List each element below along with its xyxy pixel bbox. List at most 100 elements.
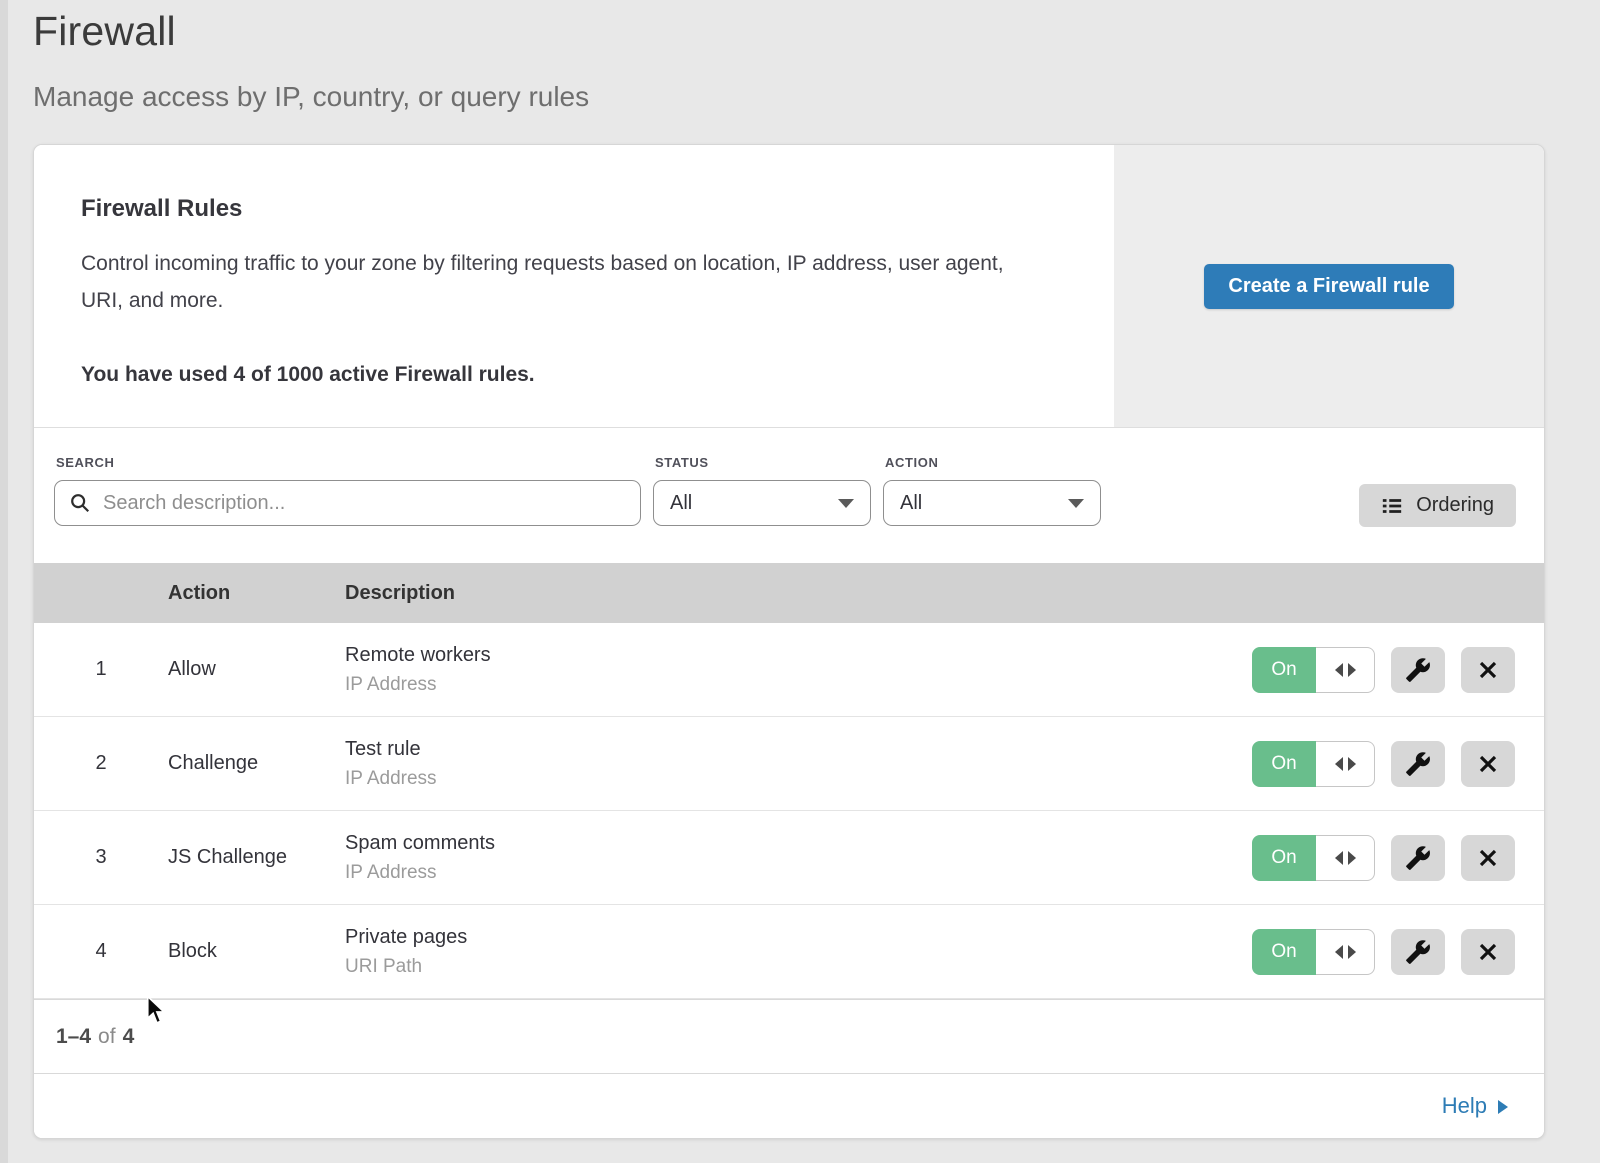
wrench-icon <box>1405 657 1431 683</box>
action-field: ACTION All <box>883 455 1101 526</box>
edit-rule-button[interactable] <box>1391 647 1445 693</box>
rule-action: Block <box>168 940 345 963</box>
rule-priority: 4 <box>34 940 168 963</box>
edit-rule-button[interactable] <box>1391 835 1445 881</box>
mouse-cursor <box>143 995 169 1030</box>
rules-intro-section: Firewall Rules Control incoming traffic … <box>34 145 1544 428</box>
search-input-box[interactable] <box>54 480 641 526</box>
ordering-list-icon <box>1381 495 1403 517</box>
filters-bar: SEARCH STATUS All <box>34 428 1544 563</box>
pagination-of: of <box>98 1025 116 1049</box>
page-title: Firewall <box>33 8 1600 55</box>
table-row: 1 Allow Remote workers IP Address On <box>34 623 1544 717</box>
toggle-arrows-icon[interactable] <box>1316 741 1375 787</box>
rule-toggle: On <box>1252 647 1375 693</box>
triangle-left-icon <box>1335 945 1343 959</box>
delete-rule-button[interactable] <box>1461 835 1515 881</box>
rule-toggle: On <box>1252 835 1375 881</box>
action-column-header: Action <box>168 582 345 605</box>
rules-usage-text: You have used 4 of 1000 active Firewall … <box>81 363 1044 387</box>
help-link-label: Help <box>1442 1093 1487 1119</box>
rules-heading: Firewall Rules <box>81 195 1044 223</box>
action-select[interactable]: All <box>883 480 1101 526</box>
help-link[interactable]: Help <box>1442 1093 1508 1119</box>
pagination-bar: 1–4 of 4 <box>34 999 1544 1073</box>
ordering-button[interactable]: Ordering <box>1359 484 1516 527</box>
wrench-icon <box>1405 845 1431 871</box>
rule-description-cell: Remote workers IP Address <box>345 644 1244 696</box>
rule-match-type: URI Path <box>345 956 1244 978</box>
action-label: ACTION <box>885 455 1101 470</box>
rule-action: JS Challenge <box>168 846 345 869</box>
rule-action: Allow <box>168 658 345 681</box>
pagination-range: 1–4 <box>56 1025 91 1049</box>
triangle-left-icon <box>1335 663 1343 677</box>
close-icon <box>1476 658 1500 682</box>
rule-priority: 3 <box>34 846 168 869</box>
ordering-button-label: Ordering <box>1416 494 1494 517</box>
card-footer: Help <box>34 1073 1544 1138</box>
rule-description: Remote workers <box>345 644 1244 667</box>
delete-rule-button[interactable] <box>1461 741 1515 787</box>
triangle-left-icon <box>1335 757 1343 771</box>
edit-rule-button[interactable] <box>1391 929 1445 975</box>
toggle-arrows-icon[interactable] <box>1316 835 1375 881</box>
description-column-header: Description <box>345 582 1244 605</box>
delete-rule-button[interactable] <box>1461 929 1515 975</box>
status-selected-value: All <box>670 492 692 515</box>
page-subtitle: Manage access by IP, country, or query r… <box>33 81 1600 113</box>
rule-action: Challenge <box>168 752 345 775</box>
wrench-icon <box>1405 751 1431 777</box>
triangle-left-icon <box>1335 851 1343 865</box>
toggle-on-button[interactable]: On <box>1252 741 1316 787</box>
rules-description: Control incoming traffic to your zone by… <box>81 245 1031 319</box>
rule-description: Test rule <box>345 738 1244 761</box>
wrench-icon <box>1405 939 1431 965</box>
rule-toggle: On <box>1252 741 1375 787</box>
chevron-down-icon <box>1068 499 1084 508</box>
pagination-total: 4 <box>123 1025 135 1049</box>
firewall-rules-card: Firewall Rules Control incoming traffic … <box>33 144 1545 1139</box>
edit-rule-button[interactable] <box>1391 741 1445 787</box>
page-header: Firewall Manage access by IP, country, o… <box>33 0 1600 113</box>
rule-controls: On <box>1244 835 1544 881</box>
rule-description-cell: Spam comments IP Address <box>345 832 1244 884</box>
rule-toggle: On <box>1252 929 1375 975</box>
rule-controls: On <box>1244 929 1544 975</box>
delete-rule-button[interactable] <box>1461 647 1515 693</box>
table-row: 3 JS Challenge Spam comments IP Address … <box>34 811 1544 905</box>
table-row: 4 Block Private pages URI Path On <box>34 905 1544 999</box>
search-label: SEARCH <box>56 455 641 470</box>
rule-description-cell: Test rule IP Address <box>345 738 1244 790</box>
table-header: Action Description <box>34 563 1544 623</box>
rule-match-type: IP Address <box>345 862 1244 884</box>
toggle-on-button[interactable]: On <box>1252 835 1316 881</box>
status-label: STATUS <box>655 455 871 470</box>
triangle-right-icon <box>1348 945 1356 959</box>
rule-controls: On <box>1244 647 1544 693</box>
rule-controls: On <box>1244 741 1544 787</box>
search-field: SEARCH <box>54 455 641 526</box>
status-select[interactable]: All <box>653 480 871 526</box>
triangle-right-icon <box>1348 663 1356 677</box>
help-caret-icon <box>1498 1100 1508 1114</box>
firewall-page: Firewall Manage access by IP, country, o… <box>0 0 1600 1139</box>
rule-priority: 2 <box>34 752 168 775</box>
rules-intro-text: Firewall Rules Control incoming traffic … <box>34 145 1114 427</box>
rule-match-type: IP Address <box>345 768 1244 790</box>
table-row: 2 Challenge Test rule IP Address On <box>34 717 1544 811</box>
create-rule-panel: Create a Firewall rule <box>1114 145 1544 427</box>
close-icon <box>1476 752 1500 776</box>
status-field: STATUS All <box>653 455 871 526</box>
rule-description: Private pages <box>345 926 1244 949</box>
triangle-right-icon <box>1348 757 1356 771</box>
rule-priority: 1 <box>34 658 168 681</box>
rule-description-cell: Private pages URI Path <box>345 926 1244 978</box>
toggle-on-button[interactable]: On <box>1252 929 1316 975</box>
toggle-arrows-icon[interactable] <box>1316 647 1375 693</box>
toggle-on-button[interactable]: On <box>1252 647 1316 693</box>
toggle-arrows-icon[interactable] <box>1316 929 1375 975</box>
create-firewall-rule-button[interactable]: Create a Firewall rule <box>1204 264 1453 309</box>
search-input[interactable] <box>101 491 626 516</box>
rule-description: Spam comments <box>345 832 1244 855</box>
